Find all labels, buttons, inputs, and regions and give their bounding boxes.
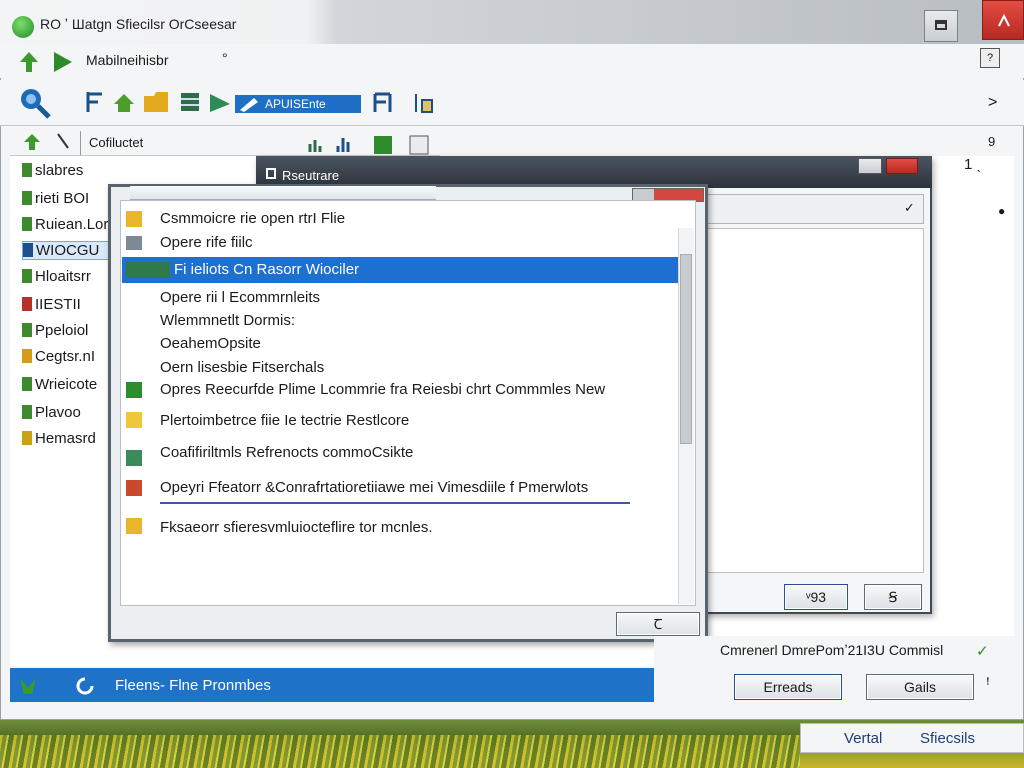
table-icon <box>126 262 170 278</box>
chart-icon <box>126 450 142 466</box>
taskbar-item[interactable]: Vertal <box>844 730 882 747</box>
footer-check-icon: ✓ <box>976 643 989 660</box>
leaf-icon <box>22 297 32 311</box>
sidebar-item-selected[interactable]: WIOCGU <box>22 241 112 260</box>
leaf-icon <box>22 269 32 283</box>
leaf-icon <box>22 377 32 391</box>
leaf-icon <box>22 217 32 231</box>
crumb-icons <box>300 134 440 156</box>
green-box-icon[interactable] <box>372 134 394 156</box>
item-underline <box>160 502 630 504</box>
location-marker: ° <box>222 50 228 66</box>
folder-icon[interactable] <box>142 90 170 114</box>
sidebar-item[interactable]: Hloaitsrr <box>22 268 112 285</box>
back-dialog-ok-button[interactable]: ᵛ93 <box>784 584 848 610</box>
back-dialog-list[interactable] <box>700 228 924 573</box>
list-item[interactable]: Wlemmnetlt Dormis: <box>160 312 295 329</box>
list-item[interactable]: OeahemOpsite <box>160 335 261 352</box>
grid-view-icon[interactable] <box>180 92 200 112</box>
minimize-button[interactable] <box>924 10 958 42</box>
presentation-icon <box>126 480 142 496</box>
bar-chart-icon[interactable] <box>336 136 354 154</box>
leaf-icon <box>22 405 32 419</box>
location-label: Mabilneihisbr <box>86 52 169 68</box>
green-arrow-icon <box>126 382 142 398</box>
leaf-icon <box>22 191 32 205</box>
help-button[interactable]: ? <box>980 48 1000 68</box>
leaf-icon <box>22 349 32 363</box>
refresh-icon[interactable] <box>74 676 96 696</box>
crumb-forward-icon[interactable] <box>56 132 70 150</box>
forward-arrow-icon[interactable] <box>52 50 74 74</box>
list-item[interactable]: Coafifiriltmls Refrenocts commoCsikte <box>160 444 413 461</box>
front-dialog-button[interactable]: Ꞇ <box>616 612 700 636</box>
taskbar-strip <box>800 723 1024 753</box>
sidebar-item[interactable]: Cegtsr.nI <box>22 348 112 365</box>
front-dialog-tab <box>130 186 436 200</box>
back-dialog-cancel-button[interactable]: Ꞩ <box>864 584 922 610</box>
corner-marker: 1 ˎ <box>964 156 982 173</box>
chart-icon[interactable] <box>308 136 326 154</box>
sidebar-item[interactable]: Ppeloiol <box>22 322 112 339</box>
footer-button-secondary[interactable]: Gails <box>866 674 974 700</box>
filter-icon[interactable] <box>84 90 106 114</box>
sidebar-item[interactable]: Hemasrd <box>22 430 112 447</box>
sidebar-item[interactable]: Wrieicote <box>22 376 112 393</box>
pencil-icon <box>240 98 258 112</box>
help-icon: ? <box>986 52 994 64</box>
list-item[interactable]: Csmmoicre rie open rtrI Flie <box>160 210 345 227</box>
home-icon[interactable] <box>112 92 136 114</box>
leaf-icon <box>23 243 33 257</box>
combo-dropdown-icon[interactable]: ✓ <box>904 200 915 216</box>
leaf-icon <box>22 431 32 445</box>
list-item[interactable]: Oern lisesbie Fitserchals <box>160 359 324 376</box>
back-dialog-title: Rseutrare <box>282 168 340 183</box>
printer-icon <box>126 236 142 250</box>
sidebar-item[interactable]: rieti BOI <box>22 190 112 207</box>
list-item[interactable]: Plertoimbetrce fiie Ie tectrie Restlcore <box>160 412 409 429</box>
columns-icon[interactable] <box>372 92 394 114</box>
sidebar-item[interactable]: IIESTII <box>22 296 112 313</box>
list-item[interactable]: Opres Reecurfde Plime Lcommrie fra Reies… <box>160 381 605 398</box>
side-dot: ● <box>998 204 1006 218</box>
crumb-back-icon[interactable] <box>22 132 42 152</box>
dialog-icon <box>266 168 276 179</box>
footer-button-primary[interactable]: Erreads <box>734 674 842 700</box>
back-dialog-minimize-button[interactable] <box>858 158 882 174</box>
search-icon[interactable] <box>18 86 52 120</box>
sidebar-item[interactable]: Plavoo <box>22 404 112 421</box>
status-text: Fleens- Flne Pronmbes <box>115 677 271 694</box>
crumb-marker: 9 <box>988 134 996 149</box>
app-icon <box>12 16 34 38</box>
close-icon <box>998 14 1010 27</box>
status-bar <box>10 668 654 702</box>
sidebar-item[interactable]: Ruiean.Lor <box>22 216 112 233</box>
scrollbar-thumb[interactable] <box>680 254 692 444</box>
leaf-icon <box>22 163 32 177</box>
flower-field <box>0 735 800 768</box>
back-dialog-close-button[interactable] <box>886 158 918 174</box>
folder-icon <box>126 518 142 534</box>
document-stack-icon[interactable] <box>408 134 430 156</box>
close-button[interactable] <box>982 0 1024 40</box>
folder-icon <box>126 211 142 227</box>
list-item[interactable]: Opere rii l Ecommrnleits <box>160 289 320 306</box>
footer-label: Cmrenerl DmrePomʼ21I3U Commisl <box>720 642 944 658</box>
sidebar-item[interactable]: slabres <box>22 162 112 179</box>
note-icon <box>126 412 142 428</box>
list-item[interactable]: Fksaeorr sfieresvmluiocteflire tor mcnle… <box>160 519 433 536</box>
arrow-tool-icon[interactable] <box>208 92 232 114</box>
minimize-icon <box>935 20 947 30</box>
list-item-selected[interactable]: Fi ieliots Cn Rasorr Wiociler <box>174 261 359 278</box>
back-arrow-icon[interactable] <box>18 50 40 74</box>
list-item[interactable]: Opeyri Ffeatorr &Conrafrtatioretiiawe me… <box>160 479 588 496</box>
document-icon[interactable] <box>412 92 434 114</box>
status-app-icon <box>20 678 36 694</box>
list-item[interactable]: Opere rife fiilc <box>160 234 253 251</box>
expand-chevron[interactable]: > <box>988 94 997 112</box>
footer-marker: ꜝ <box>986 678 990 694</box>
window-title: RO ʼ Шatgn Sfiecilsr OrCseesar <box>40 16 237 32</box>
taskbar-item[interactable]: Sfiecsils <box>920 730 975 747</box>
leaf-icon <box>22 323 32 337</box>
